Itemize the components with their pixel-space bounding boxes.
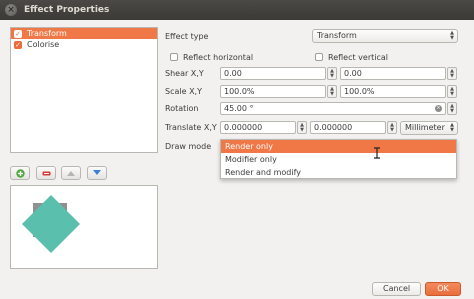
remove-effect-icon	[42, 171, 50, 175]
rotation-label: Rotation	[165, 104, 199, 113]
remove-effect-button[interactable]	[36, 166, 56, 180]
checkbox-checked-icon[interactable]: ✓	[14, 40, 22, 49]
translate-y-spinner[interactable]: ▲ ▼	[387, 121, 397, 134]
shear-x-spinner[interactable]: ▲ ▼	[327, 67, 337, 80]
checkbox-checked-icon[interactable]: ✓	[14, 29, 22, 38]
effect-list[interactable]: ✓ Transform ✓ Colorise	[10, 27, 158, 153]
scale-label: Scale X,Y	[165, 87, 202, 96]
rotation-field[interactable]: 45.00 ° ×	[220, 102, 446, 115]
scale-x-field[interactable]: 100.0%	[220, 85, 326, 98]
effect-preview	[10, 185, 158, 269]
ok-button[interactable]: OK	[425, 282, 461, 296]
updown-arrows-icon: ▲ ▼	[450, 30, 454, 41]
add-effect-icon	[15, 168, 25, 178]
effect-list-item-transform[interactable]: ✓ Transform	[11, 28, 157, 39]
clear-icon[interactable]: ×	[435, 105, 442, 112]
translate-x-spinner[interactable]: ▲ ▼	[297, 121, 307, 134]
scale-x-spinner[interactable]: ▲ ▼	[327, 85, 337, 98]
window-title: Effect Properties	[24, 5, 110, 15]
cancel-button[interactable]: Cancel	[372, 282, 422, 296]
draw-mode-label: Draw mode	[165, 142, 212, 151]
effect-type-value: Transform	[317, 31, 357, 40]
window-titlebar: × Effect Properties	[0, 0, 474, 20]
translate-x-field[interactable]: 0.000000	[220, 121, 296, 134]
effect-item-label: Colorise	[27, 40, 60, 49]
close-window-button[interactable]: ×	[5, 4, 17, 16]
shear-y-spinner[interactable]: ▲ ▼	[447, 67, 457, 80]
text-cursor-icon	[374, 147, 380, 159]
translate-y-field[interactable]: 0.000000	[310, 121, 386, 134]
add-effect-button[interactable]	[10, 166, 30, 180]
draw-mode-option-render-and-modify[interactable]: Render and modify	[221, 166, 456, 179]
close-icon: ×	[7, 5, 15, 15]
checkbox-unchecked-icon[interactable]	[170, 53, 178, 61]
scale-y-field[interactable]: 100.0%	[340, 85, 446, 98]
translate-unit-select[interactable]: Millimeter ▲ ▼	[400, 121, 458, 135]
move-up-icon	[67, 171, 75, 176]
shear-x-field[interactable]: 0.00	[220, 67, 326, 80]
effect-type-select[interactable]: Transform ▲ ▼	[312, 29, 458, 43]
reflect-vertical-label: Reflect vertical	[328, 52, 388, 62]
shear-label: Shear X,Y	[165, 69, 204, 78]
translate-unit-value: Millimeter	[405, 123, 445, 132]
move-up-button[interactable]	[61, 166, 81, 180]
rotation-spinner[interactable]: ▲ ▼	[447, 102, 457, 115]
shear-y-field[interactable]: 0.00	[340, 67, 446, 80]
updown-arrows-icon: ▲ ▼	[450, 122, 454, 133]
effect-type-label: Effect type	[165, 32, 209, 41]
move-down-button[interactable]	[87, 166, 107, 180]
reflect-horizontal-label: Reflect horizontal	[183, 52, 254, 62]
effect-list-item-colorise[interactable]: ✓ Colorise	[11, 39, 157, 50]
draw-mode-option-render-only[interactable]: Render only	[221, 140, 456, 153]
move-down-icon	[93, 170, 101, 175]
draw-mode-option-modifier-only[interactable]: Modifier only	[221, 153, 456, 166]
translate-label: Translate X,Y	[165, 123, 217, 132]
checkbox-unchecked-icon[interactable]	[315, 53, 323, 61]
reflect-horizontal-checkbox[interactable]: Reflect horizontal	[170, 51, 253, 63]
reflect-vertical-checkbox[interactable]: Reflect vertical	[315, 51, 388, 63]
preview-shape-image	[22, 195, 80, 253]
scale-y-spinner[interactable]: ▲ ▼	[447, 85, 457, 98]
effect-item-label: Transform	[27, 29, 67, 38]
draw-mode-dropdown[interactable]: Render only Modifier only Render and mod…	[220, 139, 457, 179]
rotation-value: 45.00 °	[224, 104, 254, 113]
